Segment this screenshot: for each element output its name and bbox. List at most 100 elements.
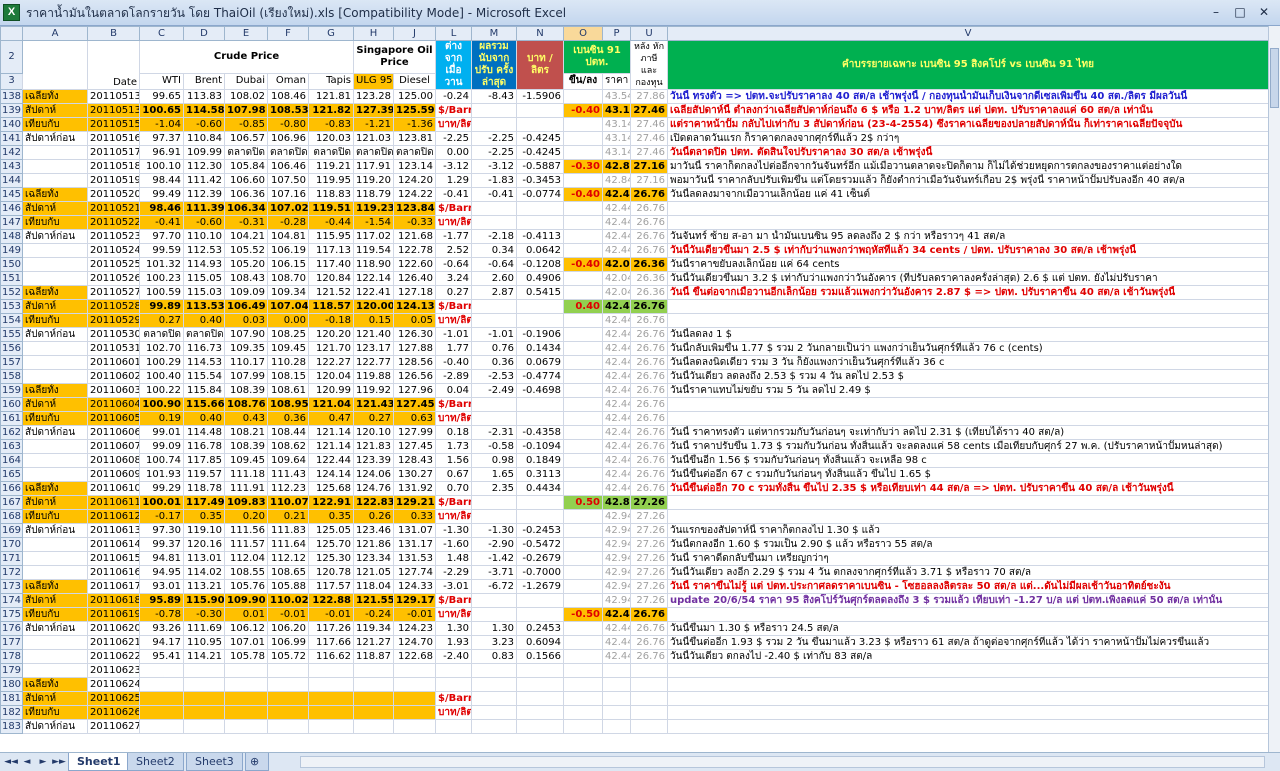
cell[interactable]: 0.5415 <box>516 285 564 300</box>
row-header[interactable]: 183 <box>0 719 23 734</box>
column-header[interactable]: G <box>308 26 354 41</box>
cell[interactable]: -0.3453 <box>516 173 564 188</box>
cell[interactable]: 110.84 <box>183 131 225 146</box>
cell[interactable]: 20110522 <box>87 215 140 230</box>
cell[interactable] <box>183 705 225 720</box>
cell[interactable]: 111.57 <box>224 537 268 552</box>
scroll-thumb[interactable] <box>1270 48 1279 108</box>
cell[interactable]: 121.68 <box>393 229 436 244</box>
cell[interactable] <box>393 719 436 734</box>
cell[interactable]: 106.49 <box>224 299 268 314</box>
cell[interactable]: 117.91 <box>353 159 394 174</box>
cell[interactable] <box>602 719 631 734</box>
cell[interactable]: 110.07 <box>267 495 309 510</box>
cell[interactable]: 42.94 <box>602 565 631 580</box>
cell[interactable]: 27.26 <box>630 593 668 608</box>
cell[interactable]: 123.46 <box>353 523 394 538</box>
row-header[interactable]: 168 <box>0 509 23 524</box>
cell[interactable] <box>267 677 309 692</box>
cell[interactable]: 121.70 <box>308 341 354 356</box>
diff-header[interactable]: ต่าง จาก เมื่อ วาน <box>435 40 472 90</box>
cell[interactable]: 20110525 <box>87 257 140 272</box>
cell[interactable]: 0.70 <box>435 481 472 496</box>
cell[interactable]: 117.49 <box>183 495 225 510</box>
cell[interactable]: 42.94 <box>602 579 631 594</box>
cell[interactable] <box>516 215 564 230</box>
cell[interactable]: -0.7000 <box>516 565 564 580</box>
vertical-scrollbar[interactable] <box>1268 26 1280 752</box>
cell[interactable]: 110.95 <box>183 635 225 650</box>
cell[interactable]: สัปดาห์ <box>22 201 88 216</box>
cell[interactable]: 1.77 <box>435 341 472 356</box>
cell[interactable]: 93.26 <box>139 621 184 636</box>
row-header[interactable]: 138 <box>0 89 23 104</box>
cell[interactable] <box>630 691 668 706</box>
cell[interactable]: 42.44 <box>602 327 631 342</box>
row-header[interactable]: 166 <box>0 481 23 496</box>
cell[interactable] <box>139 663 184 678</box>
cell[interactable]: ตลาดปิด <box>139 327 184 342</box>
cell[interactable]: 20110530 <box>87 327 140 342</box>
row-header[interactable]: 151 <box>0 271 23 286</box>
cell[interactable]: 42.44 <box>602 481 631 496</box>
cell[interactable] <box>353 663 394 678</box>
cell[interactable]: 27.46 <box>630 117 668 132</box>
cell[interactable] <box>667 705 1269 720</box>
cell[interactable]: 118.83 <box>308 187 354 202</box>
cell[interactable]: -0.41 <box>435 187 472 202</box>
cell[interactable]: 117.26 <box>308 621 354 636</box>
cell[interactable]: 119.23 <box>353 201 394 216</box>
cell[interactable]: 128.43 <box>393 453 436 468</box>
cell[interactable]: -0.28 <box>267 215 309 230</box>
close-button[interactable]: ✕ <box>1253 3 1275 21</box>
cell[interactable] <box>353 677 394 692</box>
cell[interactable]: -0.01 <box>267 607 309 622</box>
cell[interactable]: 20110517 <box>87 145 140 160</box>
cell[interactable]: 42.44 <box>602 243 631 258</box>
cell[interactable]: 42.94 <box>602 551 631 566</box>
cell[interactable] <box>630 705 668 720</box>
cell[interactable] <box>471 397 517 412</box>
cell[interactable]: ตลาดปิด <box>308 145 354 160</box>
cell[interactable]: 20110528 <box>87 299 140 314</box>
cell[interactable]: 0.27 <box>353 411 394 426</box>
cell[interactable]: วันนี้วันเดียว ลงอีก 2.29 $ รวม 4 วัน ตก… <box>667 565 1269 580</box>
cell[interactable] <box>516 509 564 524</box>
cell[interactable]: 108.21 <box>224 425 268 440</box>
cell[interactable]: วันนี้ขึ้นต่ออีก 70 c รวมทั้งสิ้น ขึ้นไป… <box>667 481 1269 496</box>
cell[interactable]: 20110513 <box>87 89 140 104</box>
cell[interactable]: 1.56 <box>435 453 472 468</box>
cell[interactable]: 0.0679 <box>516 355 564 370</box>
cell[interactable]: -0.24 <box>435 89 472 104</box>
cell[interactable]: 0.47 <box>308 411 354 426</box>
cell[interactable]: 124.76 <box>353 481 394 496</box>
cell[interactable]: -6.72 <box>471 579 517 594</box>
cell[interactable]: -0.2453 <box>516 523 564 538</box>
cell[interactable]: -0.40 <box>563 257 603 272</box>
cell[interactable]: 107.16 <box>267 187 309 202</box>
column-header[interactable]: L <box>435 26 472 41</box>
cell[interactable]: -0.41 <box>139 215 184 230</box>
cell[interactable]: 105.84 <box>224 159 268 174</box>
cell[interactable]: 42.44 <box>602 425 631 440</box>
cell[interactable]: 20110607 <box>87 439 140 454</box>
cell[interactable]: 26.76 <box>630 327 668 342</box>
row-header[interactable]: 170 <box>0 537 23 552</box>
cell[interactable]: 121.55 <box>353 593 394 608</box>
cell[interactable] <box>308 705 354 720</box>
cell[interactable] <box>183 691 225 706</box>
cell[interactable]: 110.28 <box>267 355 309 370</box>
cell[interactable] <box>563 369 603 384</box>
cell[interactable] <box>22 565 88 580</box>
cell[interactable]: 97.30 <box>139 523 184 538</box>
cell[interactable] <box>516 593 564 608</box>
cell[interactable] <box>602 691 631 706</box>
cell[interactable]: -2.31 <box>471 425 517 440</box>
cell[interactable] <box>435 677 472 692</box>
cell[interactable]: 119.10 <box>183 523 225 538</box>
cell[interactable]: 27.26 <box>630 551 668 566</box>
cell[interactable]: 127.45 <box>393 439 436 454</box>
diesel-header[interactable]: Diesel <box>393 72 436 91</box>
cell[interactable]: 131.53 <box>393 551 436 566</box>
minimize-button[interactable]: – <box>1205 3 1227 21</box>
